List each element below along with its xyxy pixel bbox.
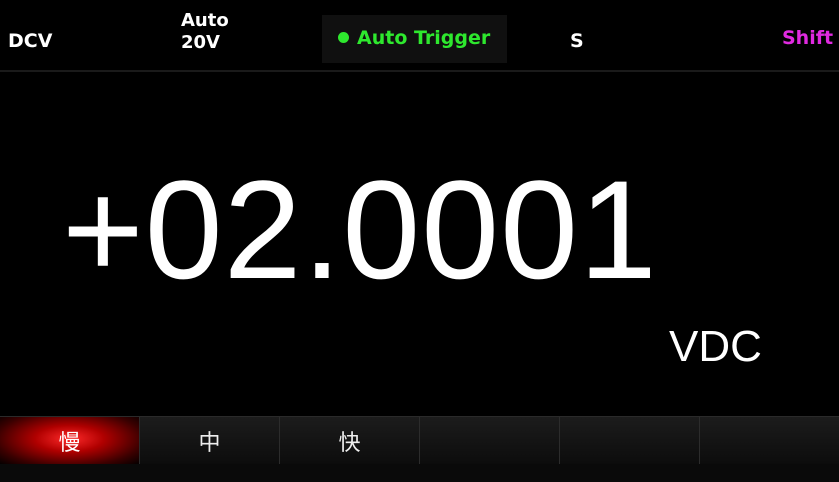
status-bar: DCV Auto 20V Auto Trigger S Shift bbox=[0, 0, 839, 70]
softkey-slow[interactable]: 慢 bbox=[0, 417, 140, 465]
divider bbox=[0, 70, 839, 72]
trigger-label: Auto Trigger bbox=[357, 27, 491, 49]
speed-indicator: S bbox=[570, 30, 584, 52]
measurement-mode: DCV bbox=[8, 30, 53, 52]
range-indicator: Auto 20V bbox=[181, 10, 229, 54]
status-dot-icon bbox=[338, 32, 349, 43]
measurement-unit: VDC bbox=[669, 322, 762, 371]
bottom-strip bbox=[0, 464, 839, 481]
shift-indicator: Shift bbox=[782, 27, 834, 49]
softkey-medium[interactable]: 中 bbox=[140, 417, 280, 465]
softkey-6[interactable] bbox=[700, 417, 839, 465]
softkey-fast[interactable]: 快 bbox=[280, 417, 420, 465]
measurement-reading: +02.0001 bbox=[62, 151, 658, 308]
softkey-5[interactable] bbox=[560, 417, 700, 465]
range-mode: Auto bbox=[181, 10, 229, 31]
range-value: 20V bbox=[181, 32, 220, 53]
softkey-4[interactable] bbox=[420, 417, 560, 465]
